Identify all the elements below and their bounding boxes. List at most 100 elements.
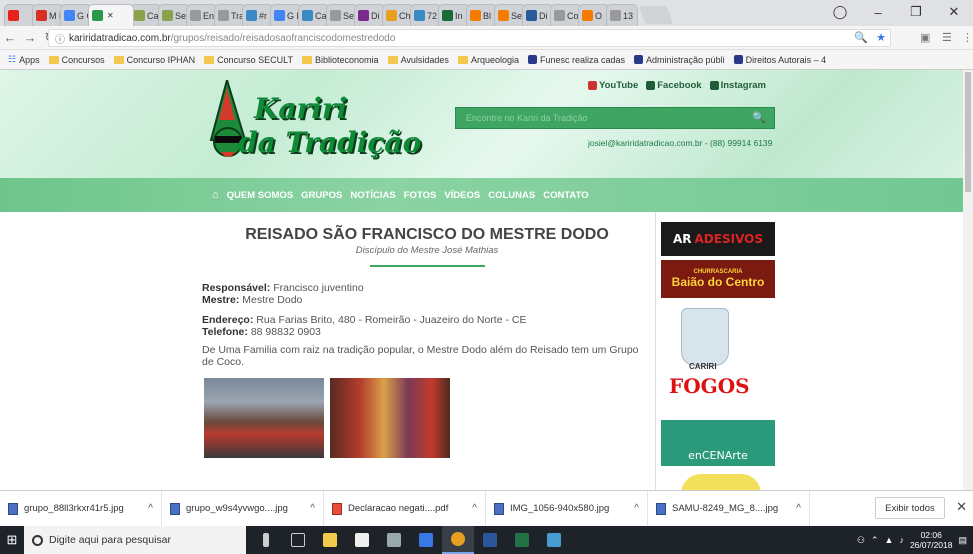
new-tab-button[interactable]	[638, 6, 674, 24]
download-menu-icon[interactable]: ^	[634, 503, 639, 514]
tab-favicon-icon	[218, 10, 229, 21]
notifications-icon[interactable]: ▤	[958, 535, 967, 546]
bookmark-star-icon[interactable]: ★	[876, 31, 886, 44]
tray-expand-icon[interactable]: ⌃	[871, 535, 879, 546]
taskbar-apps	[250, 526, 570, 554]
extension-icon-2[interactable]: ☰	[942, 31, 952, 44]
bookmark-item[interactable]: Direitos Autorais – 4	[733, 55, 826, 65]
mic-icon[interactable]	[250, 526, 282, 554]
info-icon[interactable]: ⓘ	[55, 31, 65, 46]
tab-favicon-icon	[358, 10, 369, 21]
tab-favicon-icon	[134, 10, 145, 21]
tab-favicon-icon	[64, 10, 75, 21]
facebook-link[interactable]: Facebook	[646, 80, 702, 91]
bookmark-item[interactable]: Concurso SECULT	[204, 55, 293, 65]
excel-icon[interactable]	[506, 526, 538, 554]
chrome-icon[interactable]	[442, 526, 474, 554]
people-icon[interactable]: ⚇	[857, 535, 865, 546]
tab-favicon-icon	[302, 10, 313, 21]
bookmark-item[interactable]: Funesc realiza cadas	[527, 55, 625, 65]
url-field[interactable]: ⓘ kariridatradicao.com.br /grupos/reisad…	[48, 29, 891, 47]
network-icon[interactable]: ▲	[885, 535, 894, 545]
tab-label: Co	[567, 10, 579, 21]
scrollbar-thumb[interactable]	[965, 72, 971, 192]
close-tab-icon[interactable]: ✕	[107, 11, 114, 20]
browser-tab[interactable]: ✕	[88, 4, 134, 26]
app-icon[interactable]	[538, 526, 570, 554]
site-search-input[interactable]: Encontre no Kariri da Tradição 🔍	[455, 107, 775, 129]
profile-icon[interactable]: ◯	[821, 4, 859, 20]
ad-banner-partial[interactable]	[681, 474, 761, 490]
back-button[interactable]: ←	[0, 30, 20, 45]
clock[interactable]: 02:06 26/07/2018	[910, 530, 953, 550]
download-item[interactable]: IMG_1056-940x580.jpg ^	[486, 490, 648, 527]
nav-item[interactable]: GRUPOS	[301, 190, 342, 201]
download-item[interactable]: SAMU-8249_MG_8....jpg ^	[648, 490, 810, 527]
mail-icon[interactable]	[410, 526, 442, 554]
bookmark-item[interactable]: Avulsidades	[387, 55, 449, 65]
address-bar-row: ← → ↻ ⓘ kariridatradicao.com.br /grupos/…	[0, 26, 973, 50]
nav-item[interactable]: QUEM SOMOS	[227, 190, 294, 201]
logo-text-kariri[interactable]: Kariri	[254, 92, 347, 125]
clock-date: 26/07/2018	[909, 540, 953, 550]
tab-label: Ca	[315, 10, 327, 21]
minimize-button[interactable]: –	[859, 5, 897, 20]
browser-tab[interactable]: 13	[606, 4, 638, 26]
store-icon[interactable]	[346, 526, 378, 554]
nav-item[interactable]: COLUNAS	[488, 190, 535, 201]
bookmark-item[interactable]: Arqueologia	[457, 55, 519, 65]
download-filename: IMG_1056-940x580.jpg	[510, 503, 610, 514]
windows-start-icon[interactable]: ⊞	[0, 526, 24, 554]
nav-item[interactable]: FOTOS	[404, 190, 437, 201]
ad-fogos-top: CARIRI	[689, 362, 717, 371]
ad-banner-fogos[interactable]: CARIRI FOGOS	[661, 304, 775, 416]
close-downloads-icon[interactable]: ✕	[956, 499, 967, 515]
bookmark-item[interactable]: Concurso IPHAN	[113, 55, 195, 65]
task-view-icon[interactable]	[282, 526, 314, 554]
system-tray: ⚇ ⌃ ▲ ♪ 02:06 26/07/2018 ▤	[857, 526, 967, 554]
forward-button[interactable]: →	[20, 30, 40, 45]
volume-icon[interactable]: ♪	[899, 535, 904, 545]
nav-item[interactable]: VÍDEOS	[444, 190, 480, 201]
download-item[interactable]: Declaracao negati....pdf ^	[324, 490, 486, 527]
taskbar-search-input[interactable]: Digite aqui para pesquisar	[24, 526, 246, 554]
search-icon[interactable]: 🔍	[752, 111, 766, 124]
download-item[interactable]: grupo_88ll3rkxr41r5.jpg ^	[0, 490, 162, 527]
cortana-icon	[32, 534, 43, 546]
extension-icon[interactable]: ▣	[920, 31, 930, 44]
ad-banner-adesivos[interactable]: AR ADESIVOS	[661, 222, 775, 256]
maximize-button[interactable]: ❐	[897, 4, 935, 20]
bookmark-item[interactable]: Biblioteconomia	[302, 55, 379, 65]
folder-icon	[302, 55, 313, 64]
download-menu-icon[interactable]: ^	[472, 503, 477, 514]
close-window-button[interactable]: ✕	[935, 4, 973, 20]
file-explorer-icon[interactable]	[314, 526, 346, 554]
clock-time: 02:06	[920, 530, 942, 540]
folder-icon	[204, 55, 215, 64]
bookmark-item[interactable]: ☷ Apps	[8, 54, 40, 65]
page-scrollbar[interactable]	[963, 70, 973, 490]
show-all-downloads-button[interactable]: Exibir todos	[875, 497, 945, 519]
logo-text-tradicao[interactable]: da Tradição	[238, 126, 421, 159]
bookmark-item[interactable]: Concursos	[48, 55, 105, 65]
pdf-file-icon	[332, 502, 342, 515]
nav-item[interactable]: CONTATO	[543, 190, 588, 201]
group-photo-2[interactable]	[330, 378, 450, 458]
nav-item[interactable]: NOTÍCIAS	[350, 190, 395, 201]
youtube-link[interactable]: YouTube	[588, 80, 638, 91]
instagram-link[interactable]: Instagram	[709, 80, 766, 91]
menu-icon[interactable]: ⋮	[962, 31, 973, 44]
home-icon[interactable]: ⌂	[212, 189, 219, 201]
word-icon[interactable]	[474, 526, 506, 554]
ad-banner-encenarte[interactable]: enCENArte	[661, 420, 775, 466]
download-menu-icon[interactable]: ^	[310, 503, 315, 514]
download-item[interactable]: grupo_w9s4yvwgo....jpg ^	[162, 490, 324, 527]
group-photo-1[interactable]	[204, 378, 324, 458]
bookmark-item[interactable]: Administração públi	[634, 55, 725, 65]
settings-app-icon[interactable]	[378, 526, 410, 554]
download-menu-icon[interactable]: ^	[796, 503, 801, 514]
tab-favicon-icon	[498, 10, 509, 21]
ad-banner-baiao[interactable]: CHURRASCARIA Baião do Centro	[661, 260, 775, 298]
zoom-icon[interactable]: 🔍	[854, 31, 868, 44]
download-menu-icon[interactable]: ^	[148, 503, 153, 514]
